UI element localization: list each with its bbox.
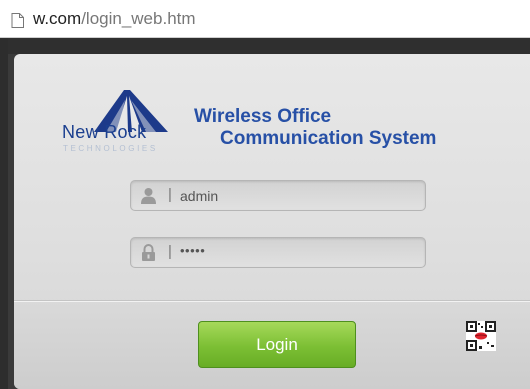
username-value[interactable]: admin: [180, 188, 218, 204]
system-title-line2: Communication System: [220, 128, 437, 149]
url-host: w.com: [33, 9, 82, 28]
lock-icon: [142, 244, 155, 261]
system-title-line1: Wireless Office: [194, 106, 332, 127]
page-icon: [11, 13, 24, 28]
address-bar[interactable]: w.com/login_web.htm: [0, 0, 530, 38]
brand-name: New Rock: [62, 122, 147, 142]
field-separator: |: [168, 186, 172, 203]
field-separator: |: [168, 243, 172, 260]
url-path: /login_web.htm: [81, 9, 196, 28]
login-button[interactable]: Login: [198, 321, 356, 368]
login-panel: New Rock TECHNOLOGIES Wireless Office Co…: [14, 54, 530, 389]
password-field[interactable]: | •••••: [130, 237, 426, 268]
page-frame-top: [0, 38, 530, 54]
brand-tagline: TECHNOLOGIES: [63, 144, 158, 153]
user-icon: [141, 188, 156, 204]
url-text[interactable]: w.com/login_web.htm: [33, 9, 196, 29]
password-value[interactable]: •••••: [180, 243, 205, 258]
username-field[interactable]: | admin: [130, 180, 426, 211]
qr-code-icon[interactable]: [466, 321, 496, 351]
page-frame-left: [0, 38, 8, 389]
